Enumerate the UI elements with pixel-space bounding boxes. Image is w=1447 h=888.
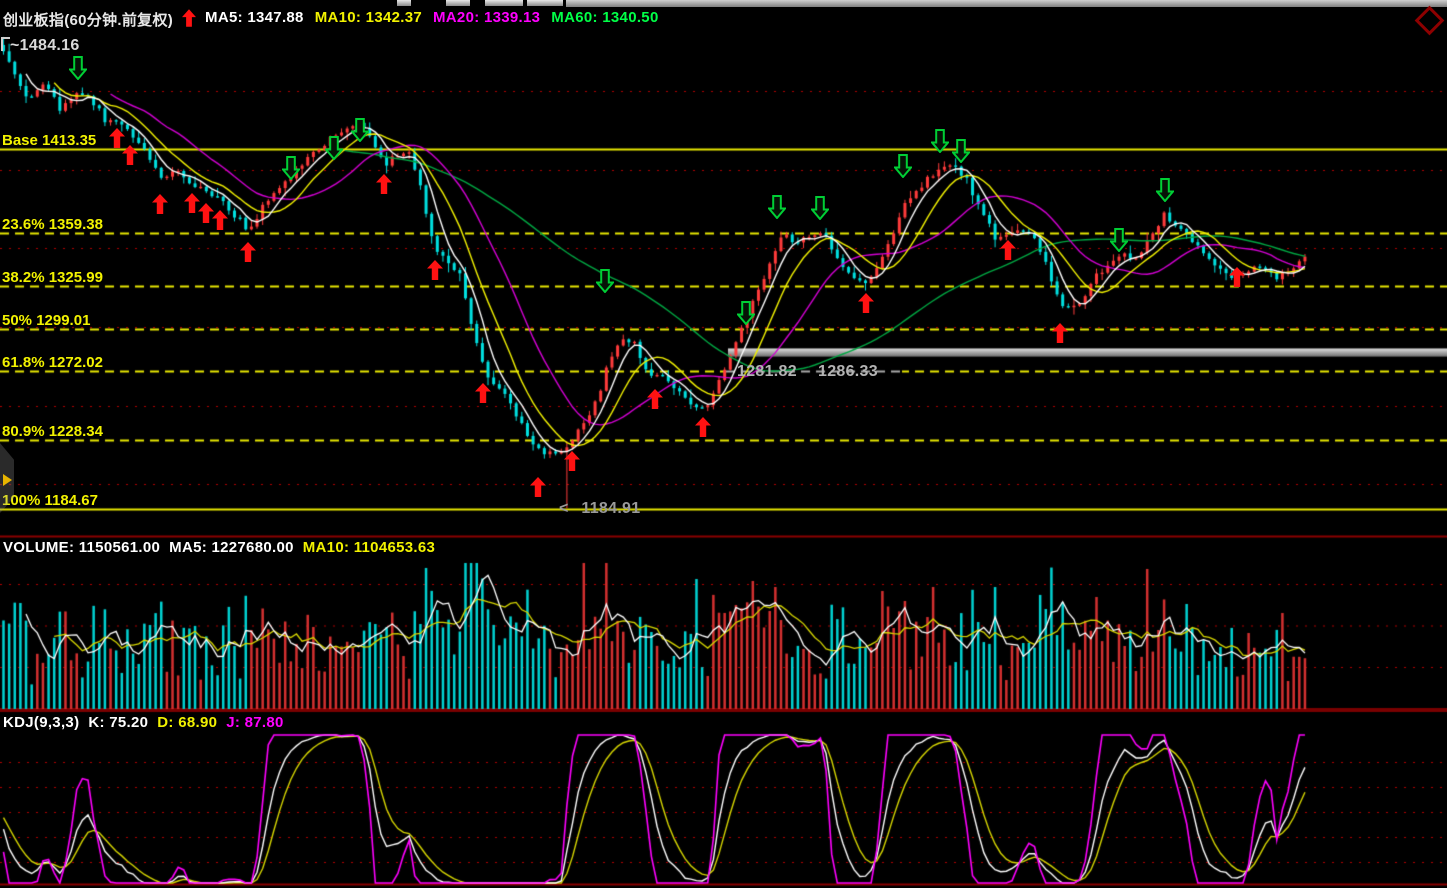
expand-arrow-icon [3, 474, 12, 486]
main-chart-canvas[interactable] [0, 0, 1447, 888]
trading-app-root: { "header": { "title": "创业板指(60分钟.前复权)",… [0, 0, 1447, 888]
